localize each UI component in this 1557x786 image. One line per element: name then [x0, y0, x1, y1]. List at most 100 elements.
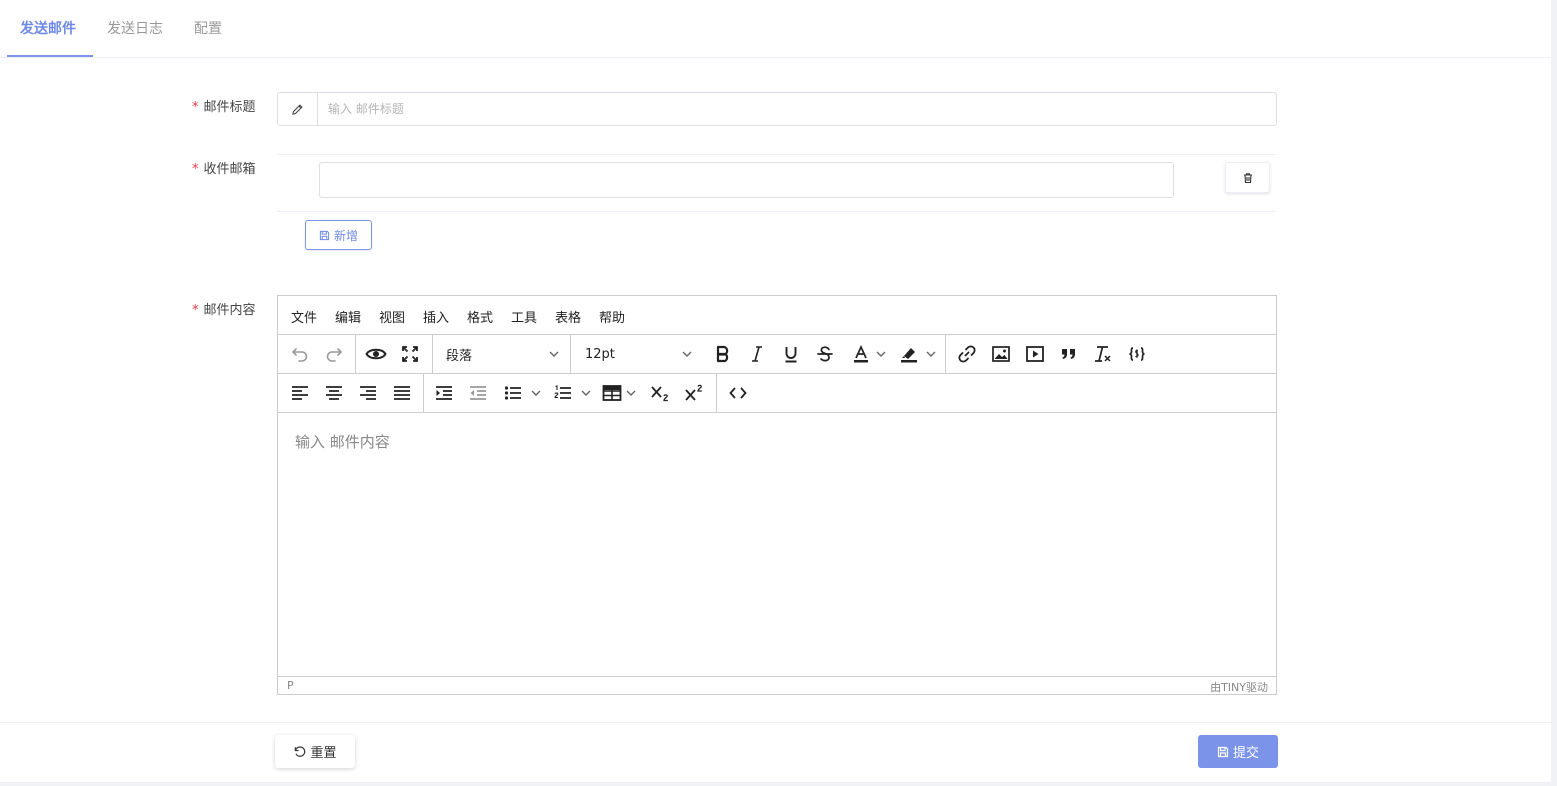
italic-button[interactable]	[740, 335, 774, 373]
recipient-email-input[interactable]	[319, 162, 1174, 198]
menu-view[interactable]: 视图	[379, 307, 405, 326]
redo-button[interactable]	[317, 335, 351, 373]
text-color-button[interactable]	[844, 335, 878, 373]
clear-formatting-button[interactable]	[1086, 335, 1120, 373]
bold-icon	[716, 345, 729, 363]
clear-format-icon	[1095, 346, 1111, 362]
align-right-button[interactable]	[351, 374, 385, 412]
editor-statusbar: P 由TINY驱动	[278, 676, 1276, 695]
subject-input[interactable]	[318, 93, 1278, 125]
chevron-down-icon	[682, 351, 692, 357]
outdent-button[interactable]	[461, 374, 495, 412]
superscript-icon	[685, 384, 702, 401]
recipients-label: * 收件邮箱	[192, 158, 256, 177]
tiny-branding-link[interactable]: 由TINY驱动	[1210, 679, 1268, 695]
toolbar-separator	[355, 335, 356, 373]
editor-menubar: 文件 编辑 视图 插入 格式 工具 表格 帮助	[278, 296, 1276, 335]
bullet-list-button[interactable]	[497, 374, 529, 412]
editor-content-area[interactable]: 输入 邮件内容	[278, 413, 1276, 676]
menu-edit[interactable]: 编辑	[335, 307, 361, 326]
add-recipient-label: 新增	[333, 228, 358, 243]
font-size-value: 12pt	[585, 346, 615, 362]
table-dropdown[interactable]	[624, 374, 638, 412]
subject-label: * 邮件标题	[192, 96, 256, 115]
toolbar-separator	[945, 335, 946, 373]
strikethrough-button[interactable]	[808, 335, 842, 373]
insert-image-button[interactable]	[984, 335, 1018, 373]
chevron-down-icon	[876, 351, 886, 357]
image-icon	[992, 346, 1010, 362]
menu-help[interactable]: 帮助	[599, 307, 625, 326]
video-icon	[1026, 346, 1044, 362]
insert-media-button[interactable]	[1018, 335, 1052, 373]
menu-tools[interactable]: 工具	[511, 307, 537, 326]
reset-label: 重置	[310, 746, 337, 761]
highlight-color-button[interactable]	[892, 335, 926, 373]
indent-button[interactable]	[427, 374, 461, 412]
subscript-button[interactable]	[644, 374, 678, 412]
preview-button[interactable]	[359, 335, 393, 373]
add-recipient-button[interactable]: 新增	[305, 220, 372, 250]
required-mark: *	[192, 303, 199, 318]
link-icon	[958, 345, 976, 363]
undo-icon	[292, 348, 308, 362]
recipients-label-text: 收件邮箱	[203, 162, 256, 177]
undo-button[interactable]	[283, 335, 317, 373]
underline-button[interactable]	[774, 335, 808, 373]
align-justify-button[interactable]	[385, 374, 419, 412]
strikethrough-icon	[817, 346, 833, 362]
tab-send-email[interactable]: 发送邮件	[20, 18, 76, 38]
menu-insert[interactable]: 插入	[423, 307, 449, 326]
chevron-down-icon	[626, 390, 636, 396]
required-mark: *	[192, 162, 199, 177]
content-label-text: 邮件内容	[203, 303, 256, 318]
tab-send-log[interactable]: 发送日志	[107, 18, 163, 38]
toolbar-separator	[432, 335, 433, 373]
superscript-button[interactable]	[678, 374, 712, 412]
page-scrollbar[interactable]	[1551, 0, 1557, 786]
reset-button[interactable]: 重置	[275, 735, 355, 768]
insert-code-sample-button[interactable]	[1120, 335, 1154, 373]
bullet-list-dropdown[interactable]	[529, 374, 543, 412]
align-right-icon	[360, 386, 376, 400]
menu-format[interactable]: 格式	[467, 307, 493, 326]
block-format-select[interactable]: 段落	[434, 335, 570, 373]
bold-button[interactable]	[706, 335, 740, 373]
chevron-down-icon	[581, 390, 591, 396]
blockquote-button[interactable]	[1052, 335, 1086, 373]
align-center-icon	[326, 386, 342, 400]
indent-icon	[436, 386, 452, 400]
highlight-color-dropdown[interactable]	[924, 335, 938, 373]
chevron-down-icon	[549, 351, 559, 357]
trash-icon	[1243, 172, 1252, 183]
italic-icon	[752, 346, 762, 362]
tab-config[interactable]: 配置	[194, 18, 222, 38]
align-center-button[interactable]	[317, 374, 351, 412]
highlighter-icon	[901, 348, 917, 363]
fullscreen-icon	[402, 346, 418, 362]
numbered-list-button[interactable]	[547, 374, 579, 412]
block-format-value: 段落	[446, 348, 473, 364]
toolbar-separator	[716, 374, 717, 412]
numbered-list-dropdown[interactable]	[579, 374, 593, 412]
toolbar-separator	[423, 374, 424, 412]
source-code-button[interactable]	[721, 374, 755, 412]
submit-button[interactable]: 提交	[1198, 735, 1278, 768]
menu-table[interactable]: 表格	[555, 307, 581, 326]
align-justify-icon	[394, 386, 410, 400]
refresh-icon	[295, 746, 306, 757]
text-color-dropdown[interactable]	[874, 335, 888, 373]
fullscreen-button[interactable]	[393, 335, 427, 373]
tab-bar: 发送邮件 发送日志 配置	[0, 0, 1551, 58]
align-left-button[interactable]	[283, 374, 317, 412]
subscript-icon	[651, 386, 668, 402]
recipient-row	[277, 154, 1276, 212]
element-path[interactable]: P	[287, 679, 294, 692]
submit-label: 提交	[1232, 746, 1259, 761]
menu-file[interactable]: 文件	[291, 307, 317, 326]
insert-link-button[interactable]	[950, 335, 984, 373]
content-label: * 邮件内容	[192, 299, 256, 318]
font-size-select[interactable]: 12pt	[573, 335, 703, 373]
delete-recipient-button[interactable]	[1225, 162, 1270, 193]
bullet-list-icon	[504, 386, 521, 400]
